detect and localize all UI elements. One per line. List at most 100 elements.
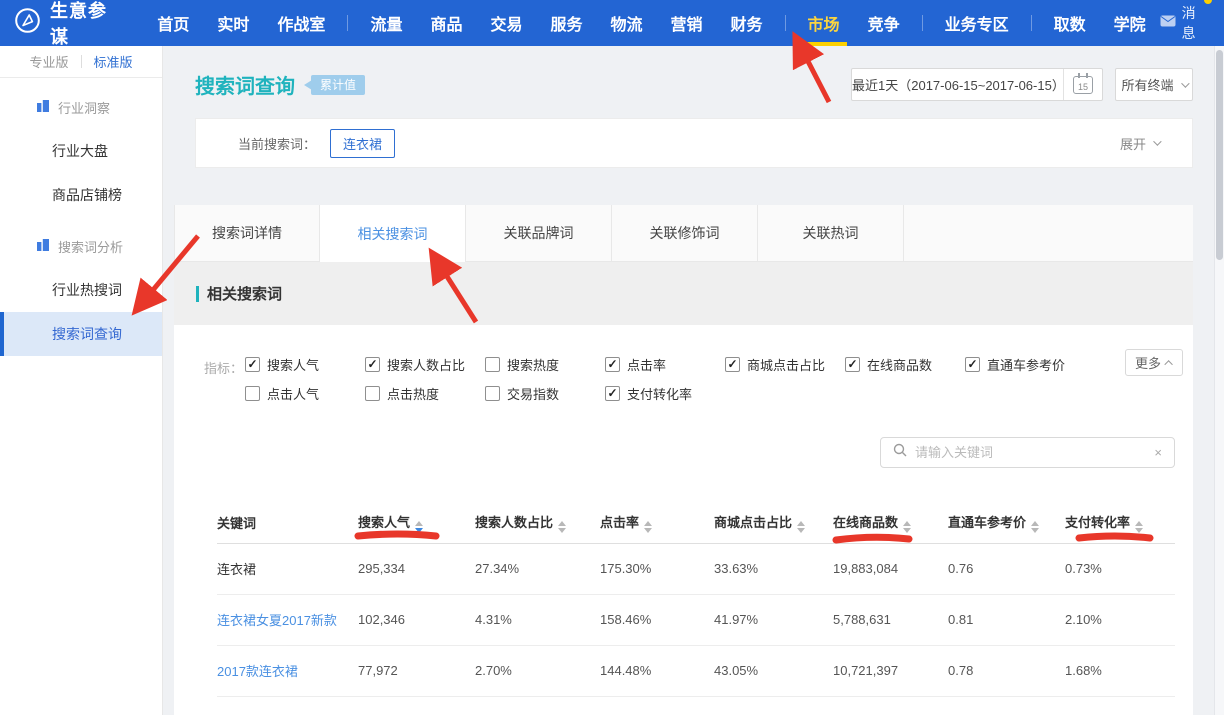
metric-label: 支付转化率 bbox=[627, 384, 692, 403]
terminal-select[interactable]: 所有终端 bbox=[1115, 68, 1193, 101]
nav-item-traffic[interactable]: 流量 bbox=[356, 0, 416, 46]
nav-item-marketing[interactable]: 营销 bbox=[657, 0, 717, 46]
nav-item-competition[interactable]: 竞争 bbox=[854, 0, 914, 46]
search-input[interactable] bbox=[915, 445, 1146, 460]
keyword-link[interactable]: 连衣裙女夏2017新款 bbox=[217, 594, 358, 645]
col-online-products[interactable]: 在线商品数 bbox=[833, 503, 948, 543]
related-search-table: 关键词 搜索人气 搜索人数占比 点击率 商城点击占比 在线商品数 直通车参考价 … bbox=[217, 503, 1175, 697]
table-row: 连衣裙女夏2017新款 102,346 4.31% 158.46% 41.97%… bbox=[217, 594, 1175, 645]
metric-online-products[interactable]: 在线商品数 bbox=[845, 355, 965, 374]
sort-icon[interactable] bbox=[415, 521, 423, 533]
col-ztc-ref-price[interactable]: 直通车参考价 bbox=[948, 503, 1065, 543]
sort-icon[interactable] bbox=[903, 521, 911, 533]
metric-click-heat[interactable]: 点击热度 bbox=[365, 384, 485, 403]
version-tab-pro[interactable]: 专业版 bbox=[29, 52, 68, 71]
value-cell: 175.30% bbox=[600, 543, 714, 594]
brand-logo[interactable]: 生意参谋 bbox=[14, 0, 113, 49]
compass-logo-icon bbox=[14, 7, 41, 39]
nav-item-realtime[interactable]: 实时 bbox=[203, 0, 263, 46]
tab-related-modifier-words[interactable]: 关联修饰词 bbox=[612, 205, 758, 262]
col-search-popularity[interactable]: 搜索人气 bbox=[358, 503, 475, 543]
sidebar-item-search-term-query[interactable]: 搜索词查询 bbox=[0, 312, 162, 356]
nav-item-war-room[interactable]: 作战室 bbox=[263, 0, 339, 46]
value-cell: 0.76 bbox=[948, 543, 1065, 594]
version-tab-standard[interactable]: 标准版 bbox=[94, 52, 133, 71]
sidebar-group-label: 搜索词分析 bbox=[58, 237, 123, 256]
col-ctr[interactable]: 点击率 bbox=[600, 503, 714, 543]
page-scrollbar[interactable] bbox=[1214, 46, 1224, 715]
value-cell: 295,334 bbox=[358, 543, 475, 594]
app-root: 生意参谋 首页 实时 作战室 流量 商品 交易 服务 物流 营销 财务 市场 竞… bbox=[0, 0, 1224, 715]
value-cell: 0.81 bbox=[948, 594, 1065, 645]
section-header: 相关搜索词 bbox=[174, 262, 1193, 325]
keyword-link[interactable]: 2017款连衣裙 bbox=[217, 645, 358, 696]
metrics-row-2: 点击人气 点击热度 交易指数 支付转化率 bbox=[245, 384, 725, 403]
sidebar-item-industry-overview[interactable]: 行业大盘 bbox=[0, 129, 162, 173]
sort-icon[interactable] bbox=[1031, 521, 1039, 533]
message-entry[interactable]: 消息 bbox=[1160, 3, 1210, 43]
sort-icon[interactable] bbox=[644, 521, 652, 533]
metric-ctr[interactable]: 点击率 bbox=[605, 355, 725, 374]
terminal-value: 所有终端 bbox=[1121, 75, 1173, 94]
calendar-icon[interactable]: 15 bbox=[1063, 69, 1102, 100]
checkbox[interactable] bbox=[245, 357, 260, 372]
tab-related-hot-words[interactable]: 关联热词 bbox=[758, 205, 904, 262]
metric-payment-conversion[interactable]: 支付转化率 bbox=[605, 384, 725, 403]
nav-item-home[interactable]: 首页 bbox=[143, 0, 203, 46]
keyword-search: × bbox=[880, 437, 1175, 468]
tab-filler bbox=[904, 205, 1193, 262]
checkbox[interactable] bbox=[605, 357, 620, 372]
nav-item-service[interactable]: 服务 bbox=[536, 0, 596, 46]
metric-search-popularity[interactable]: 搜索人气 bbox=[245, 355, 365, 374]
tab-related-search-terms[interactable]: 相关搜索词 bbox=[320, 205, 466, 262]
value-cell: 19,883,084 bbox=[833, 543, 948, 594]
nav-item-logistics[interactable]: 物流 bbox=[597, 0, 657, 46]
metric-search-heat[interactable]: 搜索热度 bbox=[485, 355, 605, 374]
sort-icon[interactable] bbox=[558, 521, 566, 533]
value-cell: 77,972 bbox=[358, 645, 475, 696]
clear-icon[interactable]: × bbox=[1154, 445, 1162, 460]
value-cell: 10,721,397 bbox=[833, 645, 948, 696]
tab-related-brand-words[interactable]: 关联品牌词 bbox=[466, 205, 612, 262]
metric-mall-click-ratio[interactable]: 商城点击占比 bbox=[725, 355, 845, 374]
checkbox[interactable] bbox=[605, 386, 620, 401]
ledger-icon bbox=[36, 238, 50, 255]
checkbox[interactable] bbox=[845, 357, 860, 372]
sidebar-item-industry-hot-words[interactable]: 行业热搜词 bbox=[0, 268, 162, 312]
tab-bar: 搜索词详情 相关搜索词 关联品牌词 关联修饰词 关联热词 bbox=[174, 205, 1193, 262]
checkbox[interactable] bbox=[365, 386, 380, 401]
tab-search-term-detail[interactable]: 搜索词详情 bbox=[174, 205, 320, 262]
date-range-picker[interactable]: 最近1天（2017-06-15~2017-06-15） 15 bbox=[851, 68, 1103, 101]
checkbox[interactable] bbox=[725, 357, 740, 372]
calendar-day: 15 bbox=[1073, 76, 1093, 94]
nav-item-business-zone[interactable]: 业务专区 bbox=[931, 0, 1023, 46]
nav-item-academy[interactable]: 学院 bbox=[1100, 0, 1160, 46]
col-search-user-ratio[interactable]: 搜索人数占比 bbox=[475, 503, 600, 543]
sidebar-item-product-shop-rank[interactable]: 商品店铺榜 bbox=[0, 173, 162, 217]
checkbox[interactable] bbox=[965, 357, 980, 372]
cumulative-badge: 累计值 bbox=[311, 75, 365, 95]
nav-item-data-extract[interactable]: 取数 bbox=[1040, 0, 1100, 46]
metrics-row-1: 搜索人气 搜索人数占比 搜索热度 点击率 商城点击占比 在线商品数 bbox=[245, 355, 1085, 374]
sort-icon[interactable] bbox=[1135, 521, 1143, 533]
checkbox[interactable] bbox=[485, 386, 500, 401]
checkbox[interactable] bbox=[245, 386, 260, 401]
nav-item-product[interactable]: 商品 bbox=[416, 0, 476, 46]
scrollbar-thumb[interactable] bbox=[1216, 50, 1223, 260]
col-payment-conversion[interactable]: 支付转化率 bbox=[1065, 503, 1175, 543]
more-button[interactable]: 更多 bbox=[1125, 349, 1183, 376]
checkbox[interactable] bbox=[485, 357, 500, 372]
metric-ztc-ref-price[interactable]: 直通车参考价 bbox=[965, 355, 1085, 374]
nav-item-market[interactable]: 市场 bbox=[794, 0, 854, 46]
nav-item-trade[interactable]: 交易 bbox=[476, 0, 536, 46]
metric-trade-index[interactable]: 交易指数 bbox=[485, 384, 605, 403]
expand-toggle[interactable]: 展开 bbox=[1120, 134, 1159, 153]
checkbox[interactable] bbox=[365, 357, 380, 372]
nav-item-finance[interactable]: 财务 bbox=[717, 0, 777, 46]
current-keyword-chip[interactable]: 连衣裙 bbox=[330, 129, 395, 158]
sort-icon[interactable] bbox=[797, 521, 805, 533]
metric-click-popularity[interactable]: 点击人气 bbox=[245, 384, 365, 403]
col-mall-click-ratio[interactable]: 商城点击占比 bbox=[714, 503, 833, 543]
metric-search-user-ratio[interactable]: 搜索人数占比 bbox=[365, 355, 485, 374]
sidebar-group-industry-insight: 行业洞察 bbox=[0, 86, 162, 129]
